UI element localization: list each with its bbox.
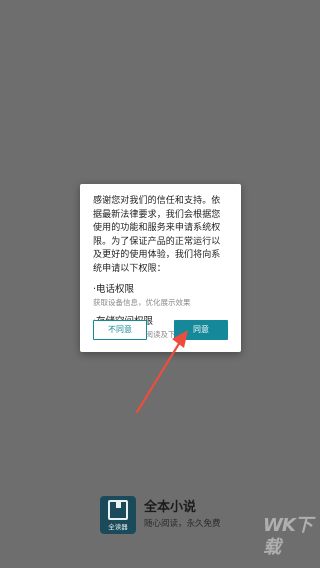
- permission-dialog: 感谢您对我们的信任和支持。依据最新法律要求，我们会根据您使用的功能和服务来申请系…: [80, 184, 241, 352]
- agree-button[interactable]: 同意: [174, 320, 228, 340]
- permission-description: 获取设备信息，优化展示效果: [93, 298, 191, 307]
- app-logo-icon: 全读器: [100, 496, 136, 534]
- book-icon: [108, 500, 128, 520]
- app-brand: 全读器 全本小说 随心阅读，永久免费: [100, 495, 240, 535]
- app-logo-label: 全读器: [108, 523, 128, 531]
- app-name: 全本小说: [144, 500, 197, 515]
- app-text: 全本小说 随心阅读，永久免费: [144, 499, 221, 531]
- watermark-logo: WK下载: [263, 515, 313, 558]
- dialog-intro-text: 感谢您对我们的信任和支持。依据最新法律要求，我们会根据您使用的功能和服务来申请系…: [93, 196, 221, 274]
- disagree-button[interactable]: 不同意: [93, 320, 147, 340]
- permission-item-phone: ·电话权限 获取设备信息，优化展示效果: [93, 283, 228, 308]
- dialog-button-row: 不同意 同意: [93, 320, 228, 340]
- app-slogan: 随心阅读，永久免费: [144, 519, 221, 529]
- permission-title: ·电话权限: [93, 284, 135, 295]
